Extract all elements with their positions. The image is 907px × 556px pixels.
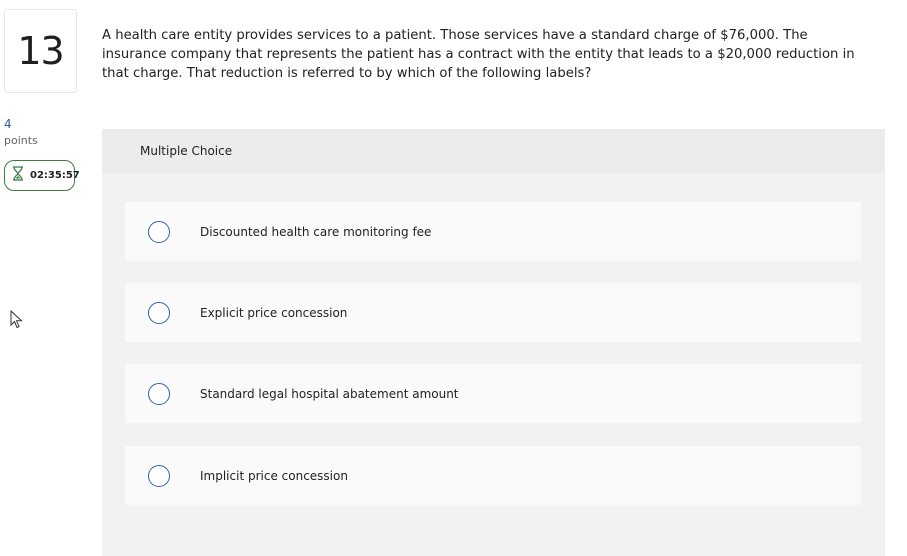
timer-badge[interactable]: 02:35:57: [4, 160, 80, 191]
timer-text: 02:35:57: [30, 170, 80, 181]
question-page: 13 4 points 02:35:57 A health care entit…: [0, 0, 907, 556]
answer-option-label: Implicit price concession: [200, 468, 348, 483]
radio-button[interactable]: [148, 382, 170, 405]
question-text: A health care entity provides services t…: [102, 28, 855, 81]
answer-option[interactable]: Discounted health care monitoring fee: [125, 202, 861, 261]
answer-option[interactable]: Explicit price concession: [125, 283, 861, 342]
points-label: points: [4, 134, 38, 147]
points-value: 4: [4, 117, 12, 131]
hourglass-icon: [12, 166, 30, 185]
answer-panel: Multiple Choice Discounted health care m…: [102, 129, 885, 556]
question-number: 13: [4, 9, 77, 93]
answer-option-label: Discounted health care monitoring fee: [200, 224, 432, 239]
radio-button[interactable]: [148, 464, 170, 487]
question-type-label: Multiple Choice: [102, 129, 885, 173]
answer-option-label: Explicit price concession: [200, 305, 348, 320]
answer-option-label: Standard legal hospital abatement amount: [200, 386, 459, 401]
mouse-cursor-icon: [10, 309, 24, 330]
radio-button[interactable]: [148, 301, 170, 324]
answer-option[interactable]: Implicit price concession: [125, 446, 861, 505]
radio-button[interactable]: [148, 220, 170, 243]
answer-option[interactable]: Standard legal hospital abatement amount: [125, 364, 861, 423]
